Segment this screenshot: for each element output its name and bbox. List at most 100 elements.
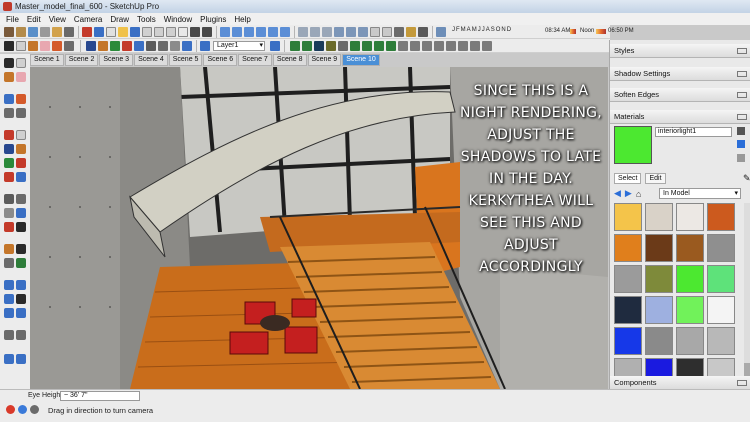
month-oct[interactable]: O <box>496 27 501 33</box>
shaded-textures-icon[interactable] <box>346 27 356 37</box>
section-plane-icon[interactable] <box>370 27 380 37</box>
material-swatch[interactable] <box>676 203 704 231</box>
scale-icon[interactable] <box>122 41 132 51</box>
shadow-time-slider[interactable] <box>596 29 606 34</box>
new-file-icon[interactable] <box>106 27 116 37</box>
previous-tool-icon[interactable] <box>16 308 26 318</box>
material-swatch[interactable] <box>645 234 673 262</box>
menu-camera[interactable]: Camera <box>74 15 102 24</box>
layer-select[interactable]: Layer1 <box>213 41 265 51</box>
cut-icon[interactable] <box>142 27 152 37</box>
month-nov[interactable]: N <box>501 27 505 33</box>
paint-bucket-icon[interactable] <box>28 41 38 51</box>
hidden-line-icon[interactable] <box>322 27 332 37</box>
components-panel-header[interactable]: Components <box>610 376 750 390</box>
components-icon[interactable] <box>40 27 50 37</box>
month-dec[interactable]: D <box>507 27 511 33</box>
shaded-icon[interactable] <box>334 27 344 37</box>
sample-paint-icon[interactable] <box>737 154 745 162</box>
wireframe-icon[interactable] <box>310 27 320 37</box>
get-photo-icon[interactable] <box>28 27 38 37</box>
position-camera-icon[interactable] <box>398 41 408 51</box>
material-name-field[interactable]: interiorlight1 <box>655 127 732 137</box>
orbit-tool-icon[interactable] <box>4 244 14 254</box>
tape-tool-icon[interactable] <box>4 194 14 204</box>
component-icon[interactable] <box>16 41 26 51</box>
look-around-tool-icon[interactable] <box>4 294 14 304</box>
dimension-tool-icon[interactable] <box>16 194 26 204</box>
help-icon[interactable] <box>30 405 39 414</box>
month-jul[interactable]: J <box>482 27 485 33</box>
menu-draw[interactable]: Draw <box>110 15 129 24</box>
axes-tool-icon[interactable] <box>4 222 14 232</box>
materials-panel-header[interactable]: Materials <box>610 110 750 124</box>
save-icon[interactable] <box>130 27 140 37</box>
forward-arrow-icon[interactable]: ▶ <box>625 188 632 199</box>
protractor-icon[interactable] <box>170 41 180 51</box>
zoom-extents-icon[interactable] <box>362 41 372 51</box>
instructor-icon[interactable] <box>482 41 492 51</box>
scene-tab-2[interactable]: Scene 2 <box>64 54 99 66</box>
menu-window[interactable]: Window <box>164 15 192 24</box>
orbit-icon[interactable] <box>314 41 324 51</box>
zoom-icon[interactable] <box>338 41 348 51</box>
material-swatch[interactable] <box>707 203 735 231</box>
arc-icon[interactable] <box>64 41 74 51</box>
scene-manager-icon[interactable] <box>434 41 444 51</box>
position-camera-tool-icon[interactable] <box>4 280 14 290</box>
render-icon[interactable] <box>418 27 428 37</box>
sandbox-icon[interactable] <box>290 41 300 51</box>
camera-icon[interactable] <box>394 27 404 37</box>
tape-icon[interactable] <box>146 41 156 51</box>
material-collection-select[interactable]: In Model <box>659 188 741 199</box>
eyedropper-icon[interactable]: ✎ <box>743 173 750 184</box>
scene-tab-4[interactable]: Scene 4 <box>134 54 168 66</box>
rotate-tool-icon[interactable] <box>4 158 14 168</box>
circle-tool-icon[interactable] <box>4 108 14 118</box>
eraser-tool-icon[interactable] <box>16 72 26 82</box>
xray-icon[interactable] <box>298 27 308 37</box>
rotate-icon[interactable] <box>110 41 120 51</box>
credits-icon[interactable] <box>18 405 27 414</box>
paint-icon[interactable] <box>82 27 92 37</box>
menu-edit[interactable]: Edit <box>27 15 41 24</box>
polygon-tool-icon[interactable] <box>4 130 14 140</box>
home-icon[interactable]: ⌂ <box>636 189 641 199</box>
get-models-icon[interactable] <box>4 27 14 37</box>
material-swatch[interactable] <box>645 265 673 293</box>
section-cut-icon[interactable] <box>382 27 392 37</box>
sandbox-tool-icon[interactable] <box>4 330 14 340</box>
material-swatch[interactable] <box>707 296 735 324</box>
look-around-icon[interactable] <box>410 41 420 51</box>
material-swatch[interactable] <box>645 327 673 355</box>
material-swatch[interactable] <box>707 327 735 355</box>
material-swatch[interactable] <box>614 296 642 324</box>
material-swatch[interactable] <box>676 265 704 293</box>
next-view-icon[interactable] <box>386 41 396 51</box>
previous-view-icon[interactable] <box>374 41 384 51</box>
zoom-window-tool-icon[interactable] <box>16 258 26 268</box>
material-swatch[interactable] <box>645 203 673 231</box>
scene-tab-6[interactable]: Scene 6 <box>203 54 238 66</box>
default-material-icon[interactable] <box>737 140 745 148</box>
redo-icon[interactable] <box>202 27 212 37</box>
menu-file[interactable]: File <box>6 15 19 24</box>
tab-edit[interactable]: Edit <box>645 173 666 184</box>
select-arrow-icon[interactable] <box>4 41 14 51</box>
layers-icon[interactable] <box>200 41 210 51</box>
fog-icon[interactable] <box>406 27 416 37</box>
outliner-icon[interactable] <box>458 41 468 51</box>
offset-tool-icon[interactable] <box>16 172 26 182</box>
scene-tab-7[interactable]: Scene 7 <box>238 54 272 66</box>
top-view-icon[interactable] <box>232 27 242 37</box>
shadow-toggle-icon[interactable] <box>436 27 446 37</box>
shadow-time-slider-left[interactable] <box>570 29 576 34</box>
select-tool-icon[interactable] <box>4 58 14 68</box>
follow-me-icon[interactable] <box>94 27 104 37</box>
scene-tab-1[interactable]: Scene 1 <box>30 54 64 66</box>
paste-icon[interactable] <box>166 27 176 37</box>
line-tool-icon[interactable] <box>16 94 26 104</box>
pencil-icon[interactable] <box>52 41 62 51</box>
push-pull-icon[interactable] <box>86 41 96 51</box>
material-swatch[interactable] <box>614 265 642 293</box>
